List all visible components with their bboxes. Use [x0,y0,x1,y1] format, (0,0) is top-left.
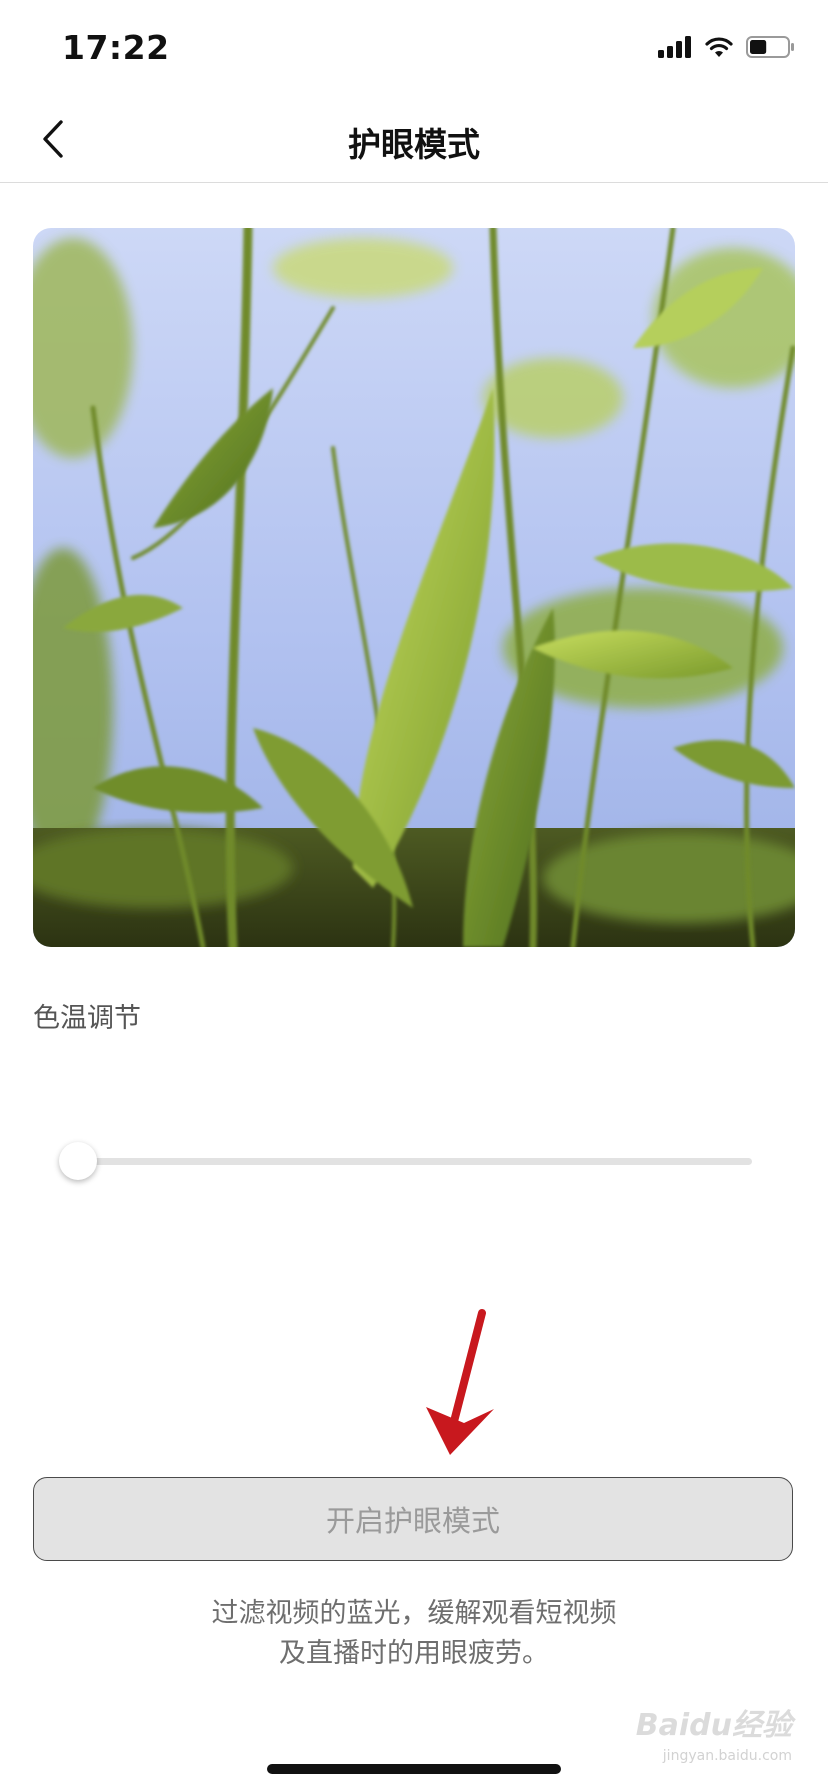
status-icons [658,34,796,64]
description-line-2: 及直播时的用眼疲劳。 [279,1638,549,1669]
watermark-subtext: jingyan.baidu.com [662,1748,792,1764]
page-title: 护眼模式 [348,125,480,164]
home-indicator [267,1764,561,1774]
watermark: Baidu经验 [635,1708,792,1743]
battery-icon [746,35,796,63]
signal-icon [658,35,692,63]
description-text: 过滤视频的蓝光，缓解观看短视频 及直播时的用眼疲劳。 [0,1594,828,1674]
preview-image [33,228,795,947]
color-temperature-label: 色温调节 [33,1003,141,1034]
status-bar: 17:22 [0,0,828,100]
arrow-down-icon [420,1305,500,1465]
slider-thumb[interactable] [59,1142,97,1180]
wifi-icon [704,35,734,63]
slider-track [78,1158,752,1165]
description-line-1: 过滤视频的蓝光，缓解观看短视频 [211,1598,617,1629]
enable-eye-protection-button[interactable]: 开启护眼模式 [33,1477,793,1561]
color-temperature-slider[interactable] [59,1140,752,1184]
bamboo-leaves-photo [33,228,795,947]
nav-bar: 护眼模式 [0,100,828,183]
status-time: 17:22 [62,28,170,67]
